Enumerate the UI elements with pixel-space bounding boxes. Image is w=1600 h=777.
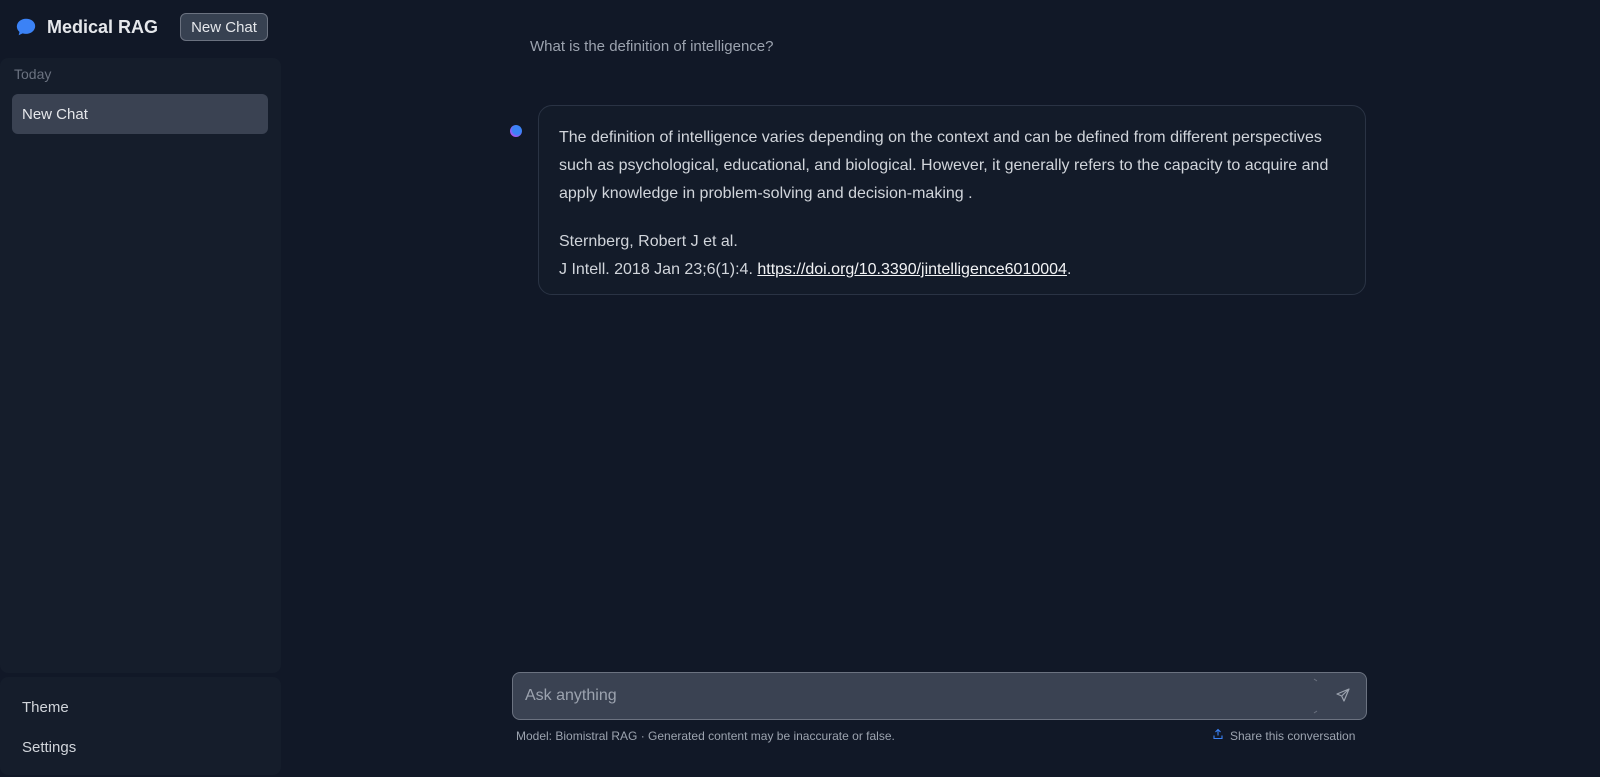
send-button[interactable]	[1332, 685, 1354, 707]
composer	[512, 672, 1367, 720]
assistant-message-card: The definition of intelligence varies de…	[538, 105, 1366, 295]
user-message: What is the definition of intelligence?	[530, 38, 774, 55]
reference-citation: J Intell. 2018 Jan 23;6(1):4.	[559, 261, 753, 278]
send-icon	[1335, 687, 1351, 706]
reference-authors: Sternberg, Robert J et al.	[559, 233, 738, 250]
chat-bubble-icon	[15, 16, 37, 38]
app-root: Medical RAG New Chat Today New Chat Them…	[0, 0, 1600, 777]
chat-history-panel: Today New Chat	[0, 58, 281, 673]
share-icon	[1212, 728, 1224, 743]
assistant-message-text: The definition of intelligence varies de…	[559, 129, 1329, 202]
app-title: Medical RAG	[47, 16, 159, 37]
reference-doi-link[interactable]: https://doi.org/10.3390/jintelligence601…	[757, 261, 1067, 278]
reference-block: Sternberg, Robert J et al. J Intell. 201…	[559, 228, 1345, 284]
new-chat-button[interactable]: New Chat	[180, 13, 268, 41]
history-group-label: Today	[14, 66, 52, 82]
share-conversation-link[interactable]: Share this conversation	[1212, 728, 1355, 743]
share-label: Share this conversation	[1230, 728, 1356, 743]
resize-handle-icon[interactable]	[1313, 677, 1319, 715]
assistant-avatar	[510, 125, 522, 137]
sidebar-bottom-panel: Theme Settings	[0, 677, 281, 775]
settings-menu-item[interactable]: Settings	[22, 739, 76, 756]
ask-input[interactable]	[525, 673, 1295, 719]
history-item-new-chat[interactable]: New Chat	[12, 94, 268, 134]
theme-menu-item[interactable]: Theme	[22, 699, 69, 716]
model-disclaimer: Model: Biomistral RAG · Generated conten…	[516, 729, 895, 743]
sidebar: Medical RAG New Chat Today New Chat Them…	[0, 0, 281, 777]
reference-trailing: .	[1066, 261, 1072, 278]
brand: Medical RAG	[15, 12, 158, 42]
